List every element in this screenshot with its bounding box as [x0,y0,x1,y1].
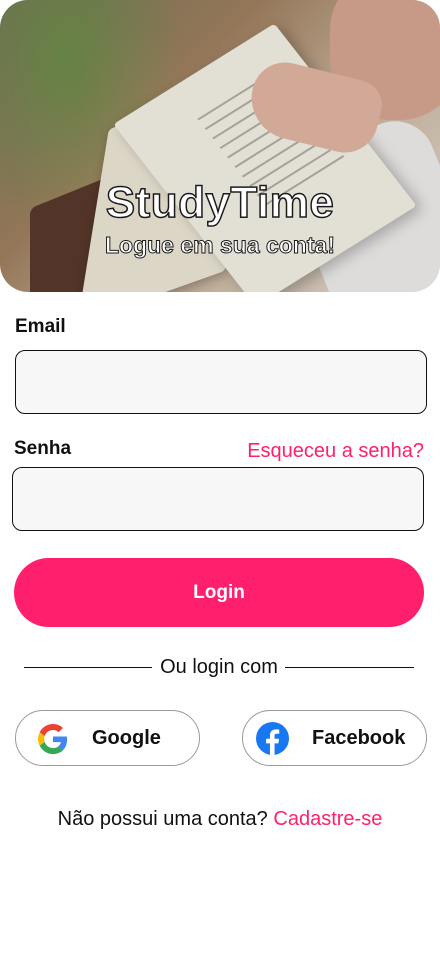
signup-link[interactable]: Cadastre-se [273,808,382,830]
signup-prompt-text: Não possui uma conta? [57,808,268,830]
app-title: StudyTime [105,177,335,228]
facebook-login-button[interactable]: Facebook [242,710,427,766]
divider: Ou login com [24,656,414,680]
email-label: Email [15,316,66,337]
google-icon [38,724,68,754]
password-field[interactable] [12,467,424,531]
email-field[interactable] [15,350,427,414]
facebook-label: Facebook [312,727,406,749]
divider-line-right [285,667,414,668]
password-label: Senha [14,438,72,459]
hero-banner: StudyTime Logue em sua conta! [0,0,440,292]
forgot-password-link[interactable]: Esqueceu a senha? [247,440,424,463]
google-label: Google [92,727,161,749]
hero-subtitle: Logue em sua conta! [104,232,336,259]
login-button[interactable]: Login [14,558,424,627]
facebook-icon [256,722,289,755]
signup-prompt: Não possui uma conta? Cadastre-se [0,808,440,831]
google-login-button[interactable]: Google [15,710,200,766]
